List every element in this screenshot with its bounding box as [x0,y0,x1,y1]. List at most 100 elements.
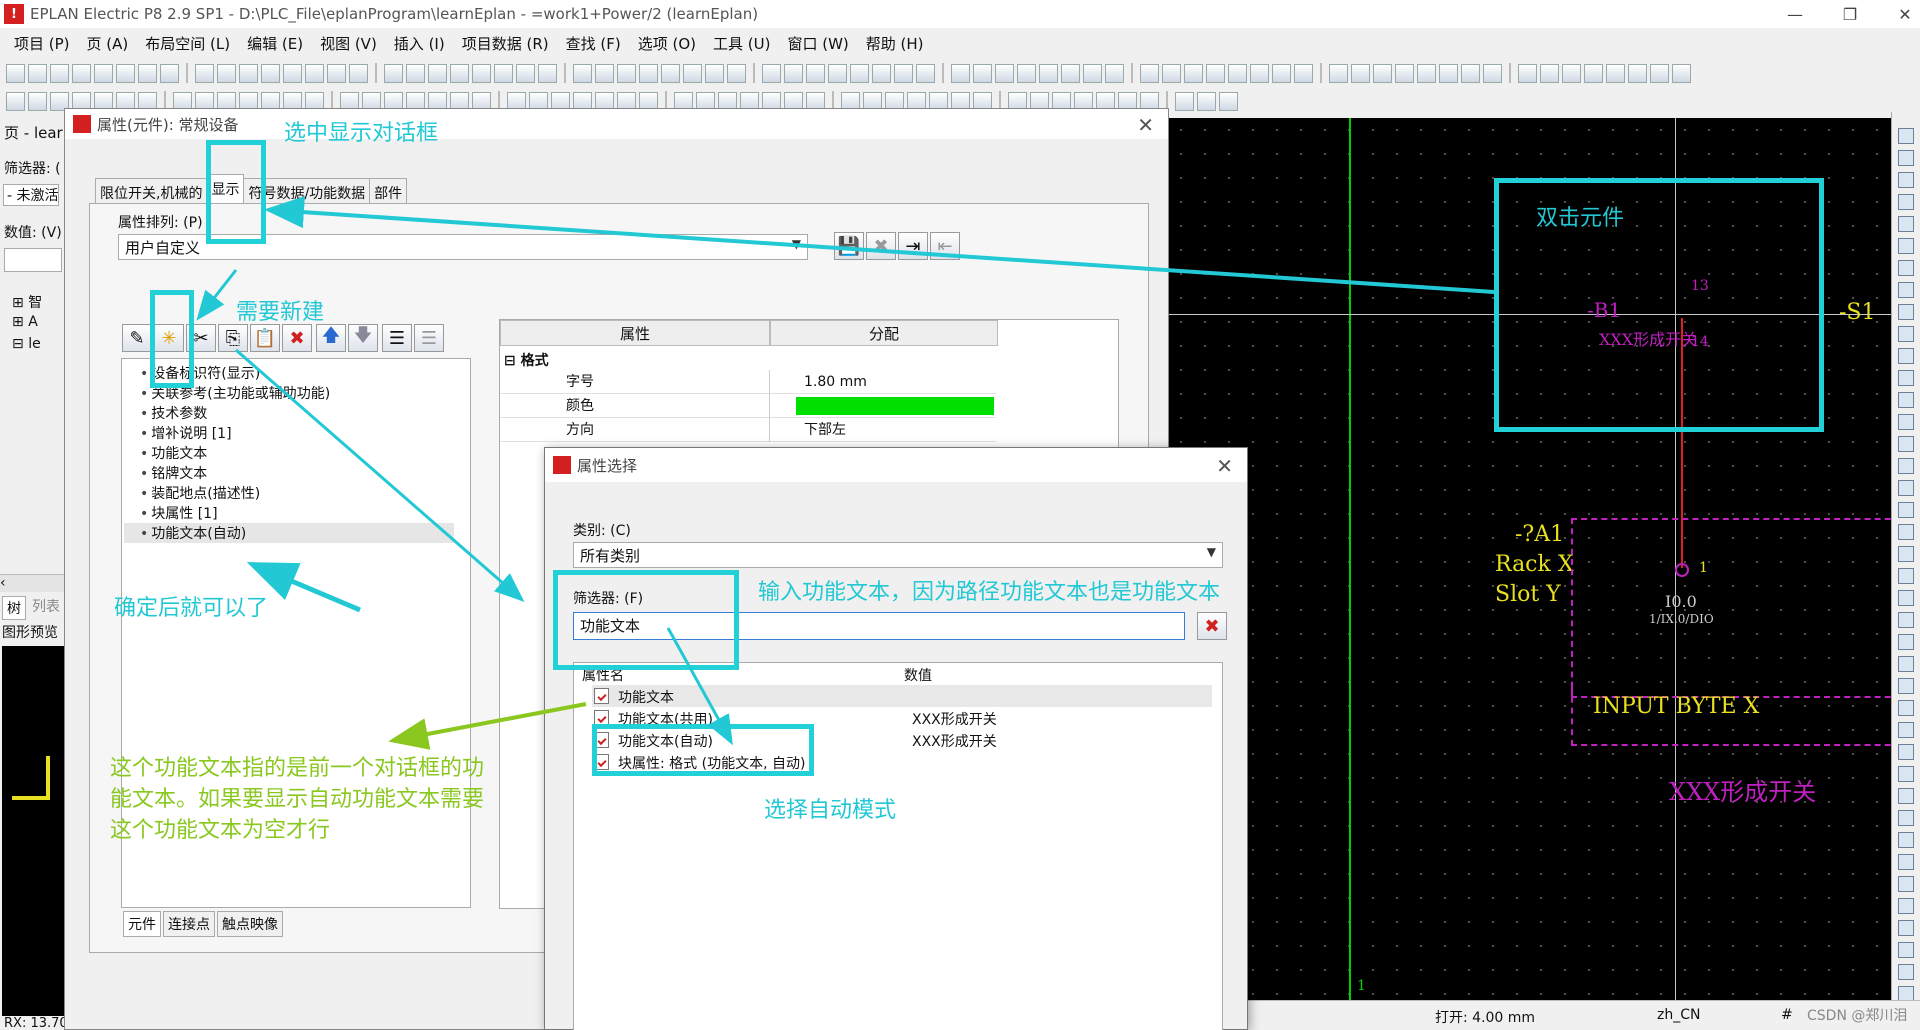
insert-tool-icon[interactable] [1898,964,1914,980]
toolbar-button-icon[interactable] [50,63,69,83]
toolbar-button-icon[interactable] [494,63,513,83]
insert-tool-icon[interactable] [1898,414,1914,430]
toolbar-button-icon[interactable] [762,63,781,83]
dialog-close-button[interactable]: ✕ [1137,113,1154,137]
toolbar-button-icon[interactable] [516,63,535,83]
toolbar-button-icon[interactable] [1483,63,1502,83]
toolbar-button-icon[interactable] [1584,63,1603,83]
insert-tool-icon[interactable] [1898,656,1914,672]
toolbar-button-icon[interactable] [872,63,891,83]
insert-tool-icon[interactable] [1898,128,1914,144]
toolbar-button-icon[interactable] [850,63,869,83]
expand-icon[interactable]: ⊞ [12,295,24,311]
grid-row-direction[interactable]: 方向 下部左 [500,418,996,442]
function-text-display[interactable]: XXX形成开关 [1669,772,1816,807]
import-icon[interactable]: ⇥ [898,232,928,260]
insert-tool-icon[interactable] [1898,392,1914,408]
menu-layout-space[interactable]: 布局空间 (L) [145,33,230,54]
tab-connection-points[interactable]: 连接点 [163,911,215,937]
insert-tool-icon[interactable] [1898,546,1914,562]
tree-node-1[interactable]: ⊞ 智 [12,292,42,312]
toolbar-button-icon[interactable] [1197,91,1216,111]
menu-tools[interactable]: 工具 (U) [713,33,770,54]
edit-icon[interactable]: ✎ [122,324,152,352]
menu-page[interactable]: 页 (A) [87,33,129,54]
tab-parts[interactable]: 部件 [369,178,408,204]
insert-tool-icon[interactable] [1898,568,1914,584]
tree-item-mounting[interactable]: 装配地点(描述性) [140,483,260,503]
insert-tool-icon[interactable] [1898,436,1914,452]
insert-tool-icon[interactable] [1898,678,1914,694]
menu-edit[interactable]: 编辑 (E) [247,33,303,54]
toolbar-button-icon[interactable] [894,63,913,83]
toolbar-button-icon[interactable] [1184,63,1203,83]
toolbar-button-icon[interactable] [951,63,970,83]
toolbar-button-icon[interactable] [1540,63,1559,83]
toolbar-button-icon[interactable] [472,63,491,83]
toolbar-button-icon[interactable] [973,63,992,83]
toolbar-button-icon[interactable] [1219,91,1238,111]
toolbar-button-icon[interactable] [1017,63,1036,83]
toolbar-button-icon[interactable] [1672,63,1691,83]
toolbar-button-icon[interactable] [1329,63,1348,83]
tree-item-nameplate[interactable]: 铭牌文本 [140,463,207,483]
menu-project-data[interactable]: 项目数据 (R) [462,33,549,54]
insert-tool-icon[interactable] [1898,480,1914,496]
tab-list[interactable]: 列表 [32,596,60,616]
toolbar-button-icon[interactable] [428,63,447,83]
insert-tool-icon[interactable] [1898,282,1914,298]
toolbar-button-icon[interactable] [595,63,614,83]
toolbar-button-icon[interactable] [261,63,280,83]
value-input[interactable] [4,248,62,272]
toolbar-button-icon[interactable] [138,63,157,83]
toolbar-button-icon[interactable] [1373,63,1392,83]
toolbar-button-icon[interactable] [116,63,135,83]
horizontal-scrollbar[interactable]: ‹ [0,574,66,592]
tab-component[interactable]: 元件 [123,911,161,937]
toolbar-button-icon[interactable] [683,63,702,83]
toolbar-button-icon[interactable] [1039,63,1058,83]
toolbar-button-icon[interactable] [349,63,368,83]
insert-tool-icon[interactable] [1898,370,1914,386]
toolbar-button-icon[interactable] [661,63,680,83]
toolbar-button-icon[interactable] [160,63,179,83]
insert-tool-icon[interactable] [1898,612,1914,628]
toolbar-button-icon[interactable] [239,63,258,83]
insert-tool-icon[interactable] [1898,898,1914,914]
delete-scheme-icon[interactable]: ✖ [866,232,896,260]
insert-tool-icon[interactable] [1898,700,1914,716]
insert-tool-icon[interactable] [1898,348,1914,364]
toolbar-button-icon[interactable] [1228,63,1247,83]
tab-contact-image[interactable]: 触点映像 [217,911,283,937]
tab-limit-switch[interactable]: 限位开关,机械的 [95,178,208,204]
toolbar-button-icon[interactable] [94,63,113,83]
insert-tool-icon[interactable] [1898,502,1914,518]
menu-insert[interactable]: 插入 (I) [394,33,445,54]
grid-group-format[interactable]: ⊟ 格式 [504,350,549,370]
toolbar-button-icon[interactable] [406,63,425,83]
toolbar-button-icon[interactable] [1206,63,1225,83]
toolbar-button-icon[interactable] [1294,63,1313,83]
insert-tool-icon[interactable] [1898,590,1914,606]
toolbar-button-icon[interactable] [1083,63,1102,83]
minimize-button[interactable]: — [1770,0,1820,28]
toolbar-button-icon[interactable] [1461,63,1480,83]
insert-tool-icon[interactable] [1898,766,1914,782]
color-swatch[interactable] [796,397,994,415]
close-button[interactable]: ✕ [1880,0,1920,28]
insert-tool-icon[interactable] [1898,304,1914,320]
tree-item-function-text[interactable]: 功能文本 [140,443,207,463]
tree-item-tech-params[interactable]: 技术参数 [140,403,207,423]
clear-filter-icon[interactable]: ✖ [1197,612,1227,640]
toolbar-button-icon[interactable] [1250,63,1269,83]
grid-row-color[interactable]: 颜色 [500,394,996,418]
copy-icon[interactable]: ⎘ [218,324,248,352]
toolbar-button-icon[interactable] [727,63,746,83]
toolbar-button-icon[interactable] [6,63,25,83]
toolbar-button-icon[interactable] [1175,91,1194,111]
toolbar-button-icon[interactable] [283,63,302,83]
grid-row-font-size[interactable]: 字号 1.80 mm [500,370,996,394]
menu-window[interactable]: 窗口 (W) [787,33,848,54]
tree-item-function-text-auto[interactable]: 功能文本(自动) [124,523,454,543]
toolbar-button-icon[interactable] [784,63,803,83]
